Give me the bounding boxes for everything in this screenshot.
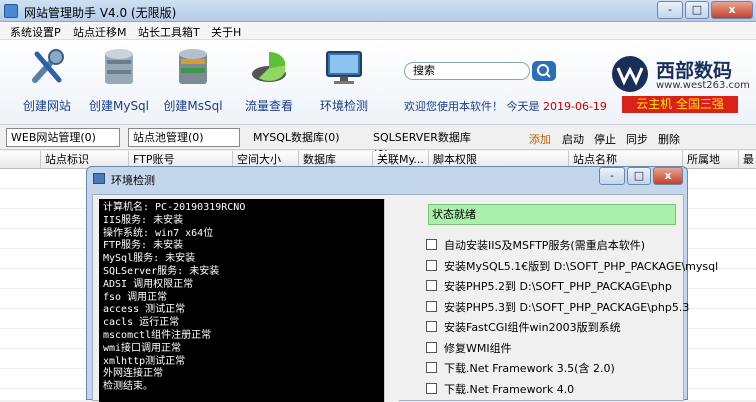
dialog-maximize-button[interactable]: □ <box>627 167 651 185</box>
maximize-button[interactable]: □ <box>685 1 709 19</box>
dialog-window-icon <box>93 173 105 184</box>
minimize-button[interactable]: - <box>657 1 683 19</box>
search-input[interactable]: 搜索 <box>404 62 530 80</box>
create-website-label: 创建网站 <box>22 99 71 113</box>
brand-url: www.west263.com <box>656 80 750 91</box>
dialog-close-button[interactable]: x <box>653 167 683 185</box>
west-logo-icon <box>612 56 648 92</box>
promo-banner[interactable]: 云主机 全国三强 <box>622 96 738 113</box>
welcome-text: 欢迎您使用本软件！ 今天是 <box>404 100 540 113</box>
menu-bar: 系统设置P 站点迁移M 站长工具箱T 关于H <box>0 22 756 40</box>
console-line: 检测结束。 <box>103 381 153 393</box>
add-link[interactable]: 添加 <box>529 131 551 147</box>
column-location[interactable]: 所属地 <box>682 151 738 169</box>
search-button[interactable] <box>532 61 556 81</box>
stop-link[interactable]: 停止 <box>594 131 616 147</box>
dialog-title: 环境检测 <box>111 174 155 187</box>
web-site-management-tab[interactable]: WEB网站管理(0) <box>6 128 120 147</box>
mssql-database-icon <box>179 49 207 84</box>
console-line: ADSI 调用权限正常 <box>103 278 194 290</box>
console-scrollbar[interactable] <box>384 199 399 402</box>
detection-console: 计算机名: PC-20190319RCNO IIS服务: 未安装 操作系统: win… <box>99 199 384 402</box>
title-bar: 网站管理助手 V4.0 (无限版) - □ x <box>0 0 756 22</box>
option-label: 下载.Net Framework 3.5(含 2.0) <box>444 362 615 375</box>
option-label: 下载.Net Framework 4.0 <box>444 382 575 396</box>
console-line: cacls 运行正常 <box>103 317 180 329</box>
option-checkbox[interactable] <box>426 300 437 312</box>
console-line: 计算机名: PC-20190319RCNO <box>103 202 246 213</box>
status-row: WEB网站管理(0) 站点池管理(0) MYSQL数据库(0) SQLSERVE… <box>0 126 756 161</box>
console-line: 操作系统: win7 x64位 <box>103 227 214 239</box>
traffic-chart-icon <box>252 51 286 82</box>
app-icon <box>4 4 18 18</box>
status-field: 状态就绪 <box>428 204 676 225</box>
tools-icon <box>32 49 64 83</box>
search-icon <box>537 64 551 78</box>
option-checkbox[interactable] <box>426 259 437 271</box>
console-line: FTP服务: 未安装 <box>103 240 184 252</box>
start-link[interactable]: 启动 <box>562 131 584 147</box>
traffic-view-button[interactable]: 流量查看 <box>234 44 304 120</box>
option-label: 自动安装IIS及MSFTP服务(需重启本软件) <box>444 239 646 252</box>
create-mssql-label: 创建MsSql <box>163 99 223 113</box>
console-line: SQLServer服务: 未安装 <box>103 265 220 277</box>
environment-check-dialog: 环境检测 - □ x 计算机名: PC-20190319RCNO IIS服务: 未… <box>86 166 718 402</box>
dialog-body: 计算机名: PC-20190319RCNO IIS服务: 未安装 操作系统: win… <box>92 194 718 402</box>
current-date: 2019-06-19 <box>543 100 607 113</box>
option-checkbox[interactable] <box>426 239 437 250</box>
option-label: 安装MySQL5.1€版到 D:\SOFT_PHP_PACKAGE\mysql <box>444 259 719 273</box>
create-website-button[interactable]: 创建网站 <box>12 44 82 120</box>
monitor-icon <box>326 51 362 84</box>
delete-link[interactable]: 删除 <box>658 131 680 147</box>
welcome-message: 欢迎您使用本软件！ 今天是 2019-06-19 <box>404 98 607 114</box>
option-checkbox[interactable] <box>426 321 437 332</box>
mysql-database-tab[interactable]: MYSQL数据库(0) <box>248 128 360 147</box>
create-mssql-button[interactable]: 创建MsSql <box>158 44 228 120</box>
console-line: access 测试正常 <box>103 304 186 316</box>
option-checkbox[interactable] <box>426 382 437 394</box>
console-line: wmi接口调用正常 <box>103 342 182 354</box>
console-line: xmlhttp测试正常 <box>103 355 186 367</box>
brand-logo[interactable]: 西部数码 www.west263.com <box>610 54 750 94</box>
sync-link[interactable]: 同步 <box>626 131 648 147</box>
console-line: MySql服务: 未安装 <box>103 253 196 265</box>
menu-system-settings[interactable]: 系统设置P <box>10 24 61 40</box>
console-line: IIS服务: 未安装 <box>103 214 184 226</box>
console-line: 外网连接正常 <box>103 368 163 380</box>
create-mysql-button[interactable]: 创建MySql <box>84 44 154 120</box>
dialog-minimize-button[interactable]: - <box>599 167 625 185</box>
create-mysql-label: 创建MySql <box>88 99 150 113</box>
option-label: 安装FastCGI组件win2003版到系统 <box>444 321 621 334</box>
console-line: fso 调用正常 <box>103 291 168 303</box>
brand-name: 西部数码 <box>656 60 733 82</box>
option-label: 安装PHP5.3到 D:\SOFT_PHP_PACKAGE\php5.3 <box>444 300 690 314</box>
option-checkbox[interactable] <box>426 280 437 291</box>
menu-about[interactable]: 关于H <box>211 24 241 40</box>
environment-check-label: 环境检测 <box>319 99 368 113</box>
column-last[interactable]: 最 <box>738 151 756 169</box>
console-line: mscomctl组件注册正常 <box>103 329 212 341</box>
option-checkbox[interactable] <box>426 362 437 373</box>
menu-webmaster-tools[interactable]: 站长工具箱T <box>138 24 200 40</box>
mysql-database-icon <box>105 49 133 84</box>
option-label: 安装PHP5.2到 D:\SOFT_PHP_PACKAGE\php <box>444 280 672 293</box>
option-label: 修复WMI组件 <box>444 341 512 355</box>
site-pool-management-tab[interactable]: 站点池管理(0) <box>128 128 240 147</box>
option-checkbox[interactable] <box>426 341 437 353</box>
menu-site-migration[interactable]: 站点迁移M <box>73 24 127 40</box>
sqlserver-database-tab[interactable]: SQLSERVER数据库(0) <box>368 128 486 161</box>
environment-check-button[interactable]: 环境检测 <box>309 44 379 120</box>
window-title: 网站管理助手 V4.0 (无限版) <box>24 6 177 20</box>
traffic-view-label: 流量查看 <box>244 99 293 113</box>
close-button[interactable]: x <box>711 1 753 19</box>
